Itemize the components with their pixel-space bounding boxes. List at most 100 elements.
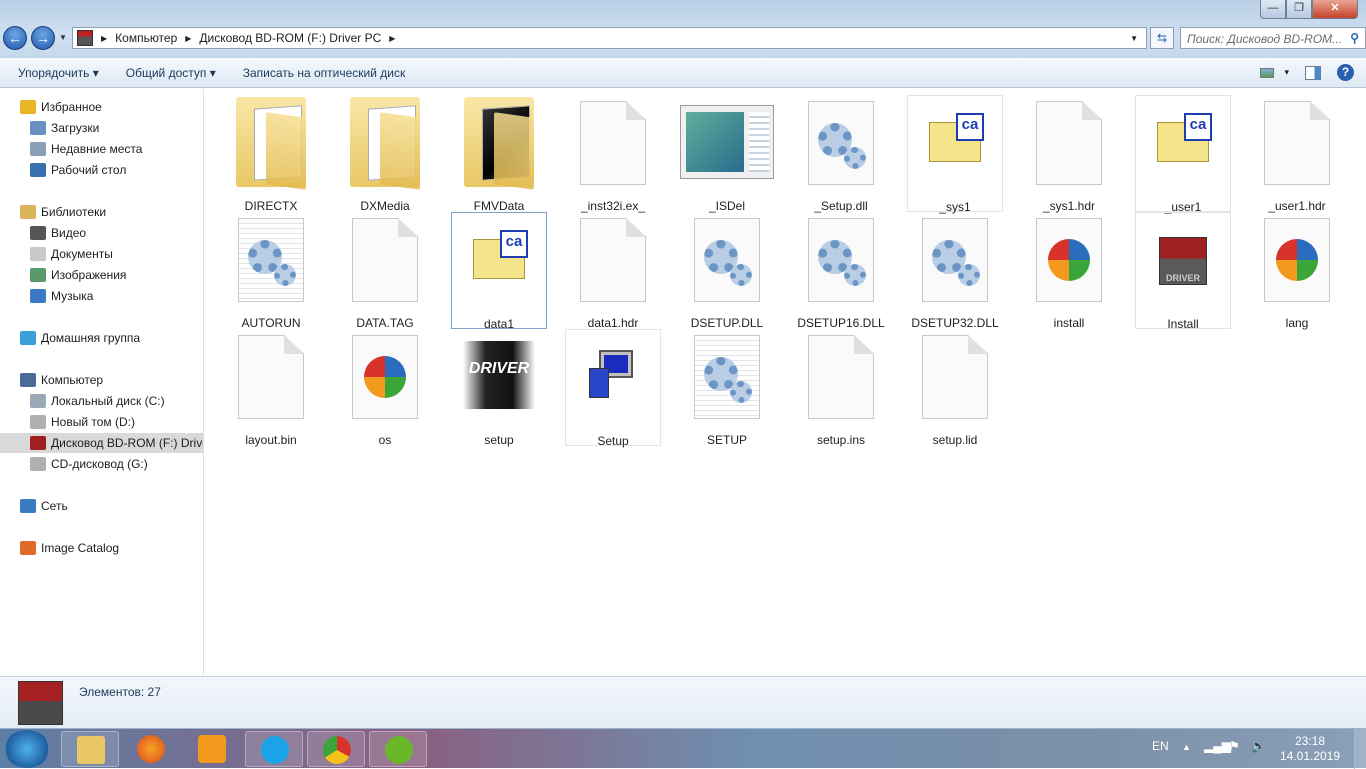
action-center-flag-icon[interactable]: ⚑ [1229,739,1240,753]
taskbar-skype[interactable] [245,731,303,767]
sidebar-item-downloads[interactable]: Загрузки [0,118,203,138]
file-name: FMVData [473,199,525,213]
pc-icon [589,350,637,400]
sidebar-item-label: Рабочий стол [51,163,127,177]
organize-button[interactable]: Упорядочить ▾ [0,66,108,80]
recent-pages-chevron-icon[interactable]: ▼ [59,33,67,42]
file-name: _sys1.hdr [1042,199,1096,213]
file-name: install [1053,316,1085,330]
file-item[interactable]: DRIVER Install [1135,212,1231,331]
refresh-button[interactable]: ⇆ [1150,27,1174,49]
file-item[interactable]: _sys1.hdr [1021,95,1117,213]
close-button[interactable]: ✕ [1312,0,1358,19]
show-hidden-icons-icon[interactable]: ▲ [1182,742,1191,752]
file-item[interactable]: DATA.TAG [337,212,433,330]
sidebar-item-label: Дисковод BD-ROM (F:) Driver PC [51,436,203,450]
file-item[interactable]: _user1.hdr [1249,95,1345,213]
back-button[interactable]: ← [3,26,27,50]
file-item[interactable]: SETUP [679,329,775,447]
taskbar-utorrent[interactable] [369,731,427,767]
chevron-right-icon[interactable]: ▶ [389,34,395,43]
share-button[interactable]: Общий доступ ▾ [108,66,225,80]
sidebar-item-libraries[interactable]: Библиотеки [0,202,203,222]
taskbar-firefox[interactable] [122,731,180,767]
file-item[interactable]: layout.bin [223,329,319,447]
file-item[interactable]: DRIVER setup [451,329,547,447]
ca-icon [929,113,984,162]
sidebar-item-video[interactable]: Видео [0,223,203,243]
file-name: _Setup.dll [814,199,868,213]
file-name: Setup [597,434,629,448]
taskbar-chrome[interactable] [307,731,365,767]
file-item[interactable]: setup.lid [907,329,1003,447]
file-item[interactable]: DSETUP16.DLL [793,212,889,330]
address-bar[interactable]: ▶ Компьютер ▶ Дисковод BD-ROM (F:) Drive… [72,27,1147,49]
file-item[interactable]: setup.ins [793,329,889,447]
file-item[interactable]: lang [1249,212,1345,330]
search-input[interactable]: Поиск: Дисковод BD-ROM... ⚲ [1180,27,1366,49]
sidebar-item-image-catalog[interactable]: Image Catalog [0,538,203,558]
sidebar-item-network[interactable]: Сеть [0,496,203,516]
file-item[interactable]: _inst32i.ex_ [565,95,661,213]
start-button[interactable] [4,730,50,768]
minimize-button[interactable]: — [1260,0,1286,19]
preview-pane-icon[interactable] [1305,65,1321,80]
sidebar-item-label: Image Catalog [41,541,120,555]
language-indicator[interactable]: EN [1152,739,1169,753]
file-item[interactable]: DSETUP.DLL [679,212,775,330]
file-item[interactable]: FMVData [451,95,547,213]
file-item[interactable]: DXMedia [337,95,433,213]
file-item[interactable]: install [1021,212,1117,330]
taskbar-media-player[interactable] [183,731,241,767]
sidebar-item-music[interactable]: Музыка [0,286,203,306]
sidebar-item-documents[interactable]: Документы [0,244,203,264]
chevron-right-icon[interactable]: ▶ [185,34,191,43]
forward-button[interactable]: → [31,26,55,50]
file-item[interactable]: _user1 [1135,95,1231,214]
sidebar-item-cd-drive[interactable]: CD-дисковод (G:) [0,454,203,474]
change-view-button[interactable]: ▾ [1260,67,1289,78]
sidebar-item-label: Новый том (D:) [51,415,135,429]
network-signal-icon[interactable]: ▂▄▆ [1204,739,1231,753]
file-item[interactable]: AUTORUN [223,212,319,330]
taskbar-explorer[interactable] [61,731,119,767]
sidebar-item-pictures[interactable]: Изображения [0,265,203,285]
blank-icon [1264,101,1330,185]
sidebar-item-driver-disc[interactable]: Дисковод BD-ROM (F:) Driver PC [0,433,203,453]
sidebar-item-recent[interactable]: Недавние места [0,139,203,159]
gear-icon [808,218,874,302]
sidebar-item-homegroup[interactable]: Домашняя группа [0,328,203,348]
file-item[interactable]: os [337,329,433,447]
file-item[interactable]: DIRECTX [223,95,319,213]
clock[interactable]: 23:18 14.01.2019 [1270,734,1350,764]
file-item[interactable]: data1 [451,212,547,331]
recent-icon [30,142,46,156]
help-icon[interactable]: ? [1337,64,1354,81]
downloads-icon [30,121,46,135]
file-item[interactable]: _ISDel [679,95,775,213]
gear-lined-icon [238,218,304,302]
address-dropdown-icon[interactable]: ▼ [1130,34,1138,43]
file-item[interactable]: _sys1 [907,95,1003,214]
file-item[interactable]: DSETUP32.DLL [907,212,1003,330]
chevron-right-icon[interactable]: ▶ [101,34,107,43]
sidebar-item-computer[interactable]: Компьютер [0,370,203,390]
sidebar-item-drive[interactable]: Новый том (D:) [0,412,203,432]
volume-icon[interactable]: 🔈 [1251,739,1266,753]
desktop-icon [30,163,46,177]
file-name: DXMedia [360,199,410,213]
sidebar-item-desktop[interactable]: Рабочий стол [0,160,203,180]
burn-button[interactable]: Записать на оптический диск [225,66,415,80]
file-item[interactable]: data1.hdr [565,212,661,330]
file-item[interactable]: Setup [565,329,661,448]
show-desktop-button[interactable] [1354,729,1366,769]
maximize-button[interactable]: ❐ [1286,0,1312,19]
sidebar-item-star[interactable]: Избранное [0,97,203,117]
inst-icon [1036,218,1102,302]
breadcrumb-computer[interactable]: Компьютер [115,31,177,45]
sidebar-item-drive[interactable]: Локальный диск (C:) [0,391,203,411]
sidebar-item-label: Документы [51,247,113,261]
file-item[interactable]: _Setup.dll [793,95,889,213]
search-icon[interactable]: ⚲ [1350,31,1359,45]
breadcrumb-drive[interactable]: Дисковод BD-ROM (F:) Driver PC [199,31,381,45]
